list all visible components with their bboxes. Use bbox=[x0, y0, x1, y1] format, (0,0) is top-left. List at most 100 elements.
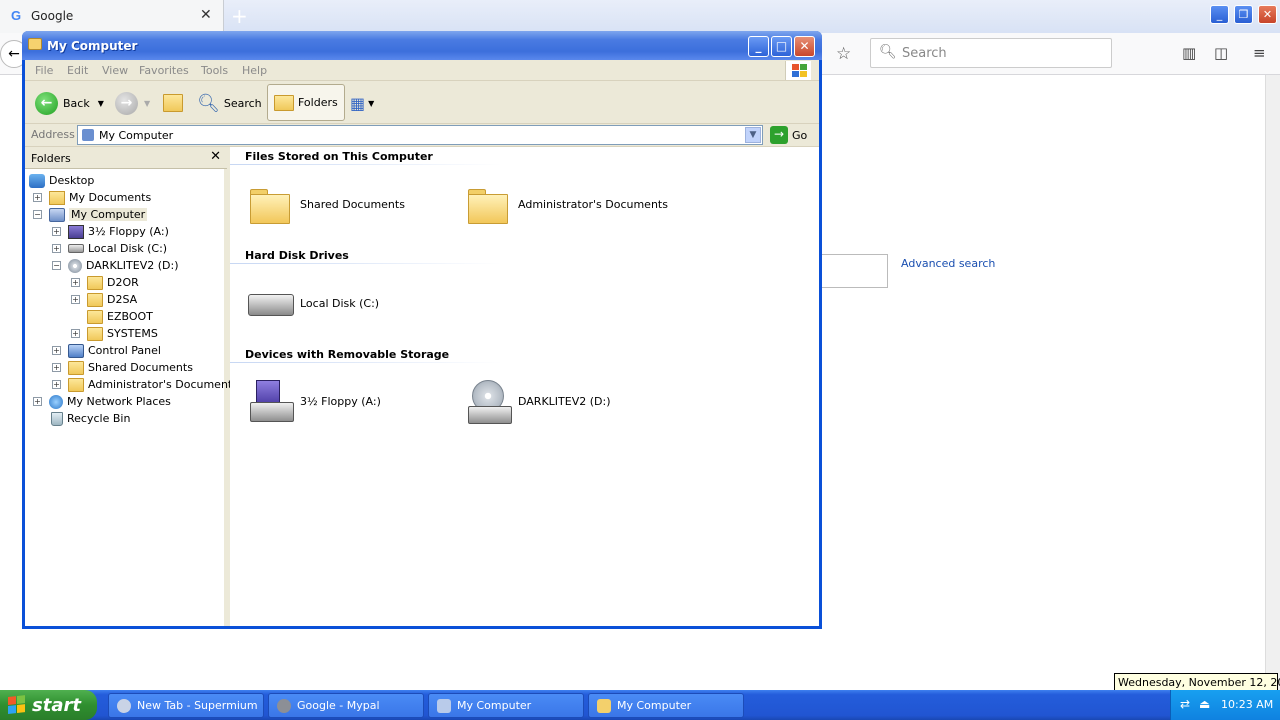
menu-edit[interactable]: Edit bbox=[67, 64, 88, 77]
browser-scrollbar[interactable] bbox=[1265, 75, 1280, 690]
tree-item-my-network-places[interactable]: My Network Places bbox=[49, 393, 171, 410]
browser-close-button[interactable]: ✕ bbox=[1258, 5, 1277, 24]
bookmark-star-icon[interactable]: ☆ bbox=[836, 44, 851, 64]
tree-item-my-computer[interactable]: My Computer bbox=[49, 206, 148, 223]
address-input[interactable]: My Computer ▼ bbox=[77, 125, 763, 145]
item-local-disk-c[interactable]: Local Disk (C:) bbox=[248, 282, 379, 324]
browser-search-box[interactable]: 🔍︎ Search bbox=[870, 38, 1112, 68]
back-dropdown-icon[interactable]: ▼ bbox=[98, 99, 104, 108]
sidebar-icon[interactable]: ◫ bbox=[1214, 44, 1228, 62]
back-button[interactable]: ← Back ▼ bbox=[35, 87, 104, 119]
task-google-mypal[interactable]: Google - Mypal bbox=[268, 693, 424, 718]
folders-button[interactable]: Folders bbox=[267, 84, 345, 121]
floppy-icon bbox=[68, 224, 84, 239]
tree-item-floppy[interactable]: 3½ Floppy (A:) bbox=[68, 223, 169, 240]
safely-remove-tray-icon[interactable]: ⏏ bbox=[1199, 697, 1210, 711]
expand-icon[interactable]: + bbox=[52, 227, 61, 236]
folders-label: Folders bbox=[298, 96, 338, 109]
folder-icon bbox=[87, 309, 103, 324]
tree-item-systems[interactable]: SYSTEMS bbox=[87, 325, 158, 342]
menu-file[interactable]: File bbox=[35, 64, 53, 77]
expand-icon[interactable]: + bbox=[71, 295, 80, 304]
tree-item-d2sa[interactable]: D2SA bbox=[87, 291, 137, 308]
forward-dropdown-icon[interactable]: ▼ bbox=[144, 99, 150, 108]
address-dropdown-icon[interactable]: ▼ bbox=[745, 127, 761, 143]
tree-item-recycle-bin[interactable]: Recycle Bin bbox=[49, 410, 130, 427]
menu-tools[interactable]: Tools bbox=[201, 64, 228, 77]
library-icon[interactable]: ▥ bbox=[1182, 44, 1196, 62]
menu-view[interactable]: View bbox=[102, 64, 128, 77]
expand-icon[interactable]: + bbox=[52, 244, 61, 253]
browser-minimize-button[interactable]: _ bbox=[1210, 5, 1229, 24]
my-computer-task-icon bbox=[437, 698, 451, 713]
tree-label: SYSTEMS bbox=[107, 327, 158, 340]
folder-icon bbox=[87, 292, 103, 307]
close-button[interactable]: ✕ bbox=[794, 36, 815, 57]
folder-icon bbox=[87, 326, 103, 341]
minimize-button[interactable]: _ bbox=[748, 36, 769, 57]
date-tooltip: Wednesday, November 12, 2025 bbox=[1114, 673, 1280, 691]
tree-item-ezboot[interactable]: EZBOOT bbox=[87, 308, 153, 325]
views-button[interactable]: ▦ ▼ bbox=[350, 87, 374, 119]
tree-label: My Computer bbox=[69, 208, 148, 221]
control-panel-icon bbox=[68, 343, 84, 358]
clock[interactable]: 10:23 AM bbox=[1221, 698, 1273, 711]
tab-close-icon[interactable]: ✕ bbox=[200, 7, 212, 23]
maximize-button[interactable]: □ bbox=[771, 36, 792, 57]
expand-icon[interactable]: + bbox=[52, 363, 61, 372]
window-title: My Computer bbox=[47, 39, 138, 53]
browser-restore-button[interactable]: ❐ bbox=[1234, 5, 1253, 24]
search-button[interactable]: 🔍︎ Search bbox=[197, 87, 262, 119]
folders-pane-title: Folders bbox=[31, 152, 71, 165]
item-darklitev2-d[interactable]: DARKLITEV2 (D:) bbox=[466, 380, 611, 424]
expand-icon[interactable]: + bbox=[33, 397, 42, 406]
tree-item-local-disk[interactable]: Local Disk (C:) bbox=[68, 240, 167, 257]
menu-icon[interactable]: ≡ bbox=[1253, 44, 1266, 62]
tree-item-darklitev2[interactable]: DARKLITEV2 (D:) bbox=[68, 257, 178, 274]
new-tab-button[interactable]: + bbox=[231, 4, 248, 28]
up-folder-button[interactable] bbox=[163, 87, 187, 119]
task-my-computer-1[interactable]: My Computer bbox=[428, 693, 584, 718]
expand-icon[interactable]: + bbox=[52, 346, 61, 355]
tree-item-shared-documents[interactable]: Shared Documents bbox=[68, 359, 193, 376]
tree-item-my-documents[interactable]: My Documents bbox=[49, 189, 151, 206]
tree-item-desktop[interactable]: Desktop bbox=[29, 172, 94, 189]
collapse-icon[interactable]: − bbox=[33, 210, 42, 219]
item-label: DARKLITEV2 (D:) bbox=[518, 394, 611, 408]
item-administrators-documents[interactable]: Administrator's Documents bbox=[466, 183, 668, 225]
expand-icon[interactable]: + bbox=[52, 380, 61, 389]
expand-icon[interactable]: + bbox=[71, 278, 80, 287]
collapse-icon[interactable]: − bbox=[52, 261, 61, 270]
floppy-drive-large-icon bbox=[248, 380, 294, 422]
forward-button[interactable]: → ▼ bbox=[115, 87, 150, 119]
address-label: Address bbox=[31, 128, 75, 141]
windows-logo-icon bbox=[785, 61, 811, 80]
address-value: My Computer bbox=[99, 129, 174, 142]
start-button[interactable]: start bbox=[0, 690, 97, 720]
network-tray-icon[interactable]: ⇄ bbox=[1180, 697, 1190, 711]
tree-label: Recycle Bin bbox=[67, 412, 131, 425]
windows-flag-icon bbox=[8, 695, 26, 715]
task-my-computer-2[interactable]: My Computer bbox=[588, 693, 744, 718]
folders-pane-close-icon[interactable]: ✕ bbox=[210, 149, 221, 164]
window-titlebar[interactable]: My Computer _ □ ✕ bbox=[22, 31, 822, 60]
expand-icon[interactable]: + bbox=[33, 193, 42, 202]
browser-tab-google[interactable]: G Google ✕ bbox=[0, 0, 224, 33]
group-header-hard-disk-drives: Hard Disk Drives bbox=[245, 249, 349, 262]
go-button[interactable]: → Go bbox=[770, 126, 807, 144]
tree-item-control-panel[interactable]: Control Panel bbox=[68, 342, 161, 359]
tree-label: Administrator's Documents bbox=[88, 378, 238, 391]
window-folder-icon bbox=[28, 38, 42, 50]
advanced-search-link[interactable]: Advanced search bbox=[901, 257, 995, 270]
tree-item-d2or[interactable]: D2OR bbox=[87, 274, 139, 291]
item-label: Shared Documents bbox=[300, 197, 405, 211]
google-search-input[interactable] bbox=[820, 254, 888, 288]
item-shared-documents[interactable]: Shared Documents bbox=[248, 183, 405, 225]
menu-help[interactable]: Help bbox=[242, 64, 267, 77]
expand-icon[interactable]: + bbox=[71, 329, 80, 338]
tree-item-administrators-documents[interactable]: Administrator's Documents bbox=[68, 376, 238, 393]
task-new-tab-supermium[interactable]: New Tab - Supermium bbox=[108, 693, 264, 718]
menu-favorites[interactable]: Favorites bbox=[139, 64, 189, 77]
network-icon bbox=[49, 394, 63, 409]
item-floppy-a[interactable]: 3½ Floppy (A:) bbox=[248, 380, 381, 422]
